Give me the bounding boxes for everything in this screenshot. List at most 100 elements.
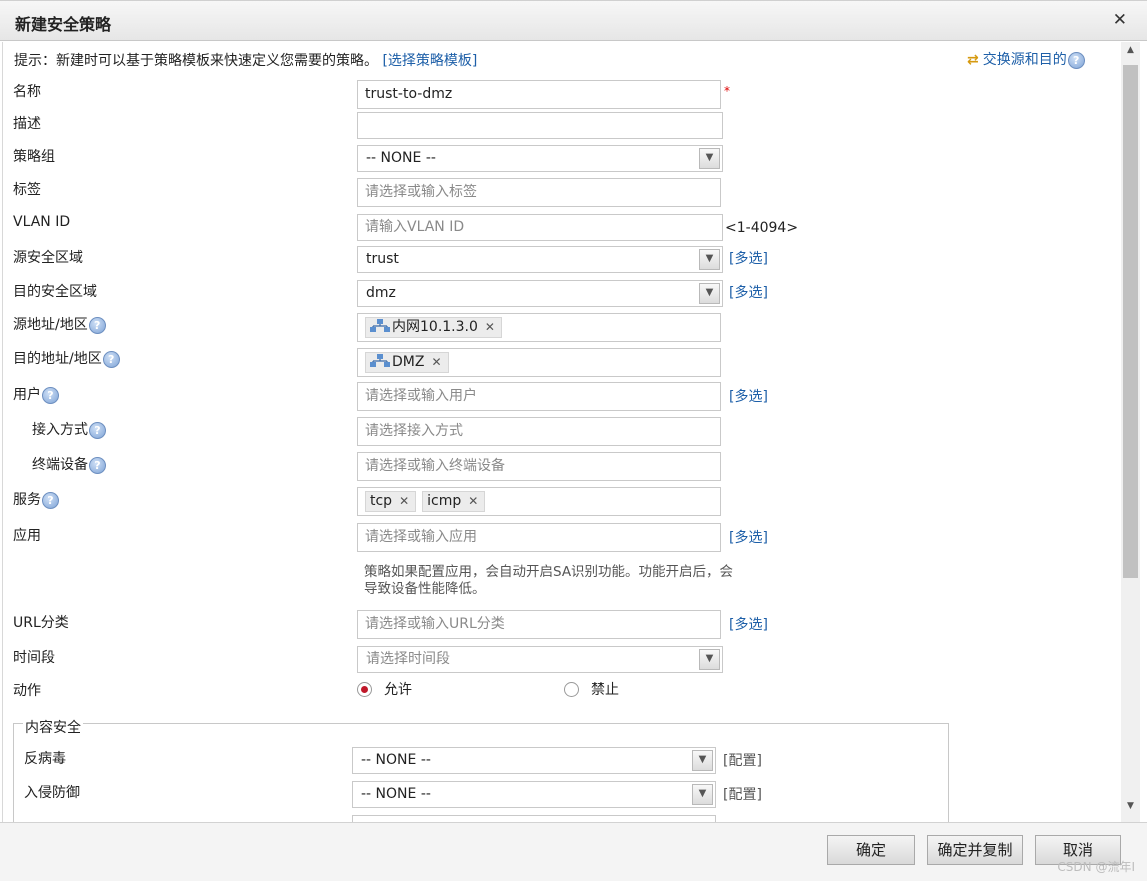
close-icon[interactable]: ✕ [1113,10,1127,30]
src-addr-label: 源地址/地区? [13,314,106,334]
src-addr-input[interactable]: 内网10.1.3.0 ✕ [357,313,721,342]
antivirus-config-link[interactable]: [配置] [723,750,762,770]
dst-addr-input[interactable]: DMZ ✕ [357,348,721,377]
vlan-input[interactable]: 请输入VLAN ID [357,214,723,241]
url-category-input[interactable]: 请选择或输入URL分类 [357,610,721,639]
select-template-link[interactable]: [选择策略模板] [382,53,477,69]
next-security-select[interactable] [352,815,716,822]
dst-addr-label-text: 目的地址/地区 [13,351,102,367]
address-tag: 内网10.1.3.0 ✕ [365,317,502,338]
policy-group-value: -- NONE -- [366,150,436,166]
access-mode-input[interactable]: 请选择接入方式 [357,417,721,446]
time-range-placeholder: 请选择时间段 [366,651,450,667]
access-mode-label-text: 接入方式 [32,422,88,438]
chevron-down-icon[interactable]: ▼ [699,649,720,670]
src-zone-value: trust [366,251,399,267]
antivirus-label: 反病毒 [24,751,66,767]
url-category-multi-link[interactable]: [多选] [729,614,768,634]
dst-zone-label: 目的安全区域 [13,284,97,300]
action-allow-label: 允许 [384,682,412,698]
tag-input[interactable]: 请选择或输入标签 [357,178,721,207]
terminal-input[interactable]: 请选择或输入终端设备 [357,452,721,481]
action-deny-radio[interactable]: 禁止 [564,679,619,699]
ok-button[interactable]: 确定 [827,835,915,865]
radio-unselected-icon[interactable] [564,682,579,697]
dialog-footer: 确定 确定并复制 取消 CSDN @流年I [0,822,1147,881]
action-label: 动作 [13,683,41,699]
remove-icon[interactable]: ✕ [399,494,409,508]
vlan-label: VLAN ID [13,214,71,230]
scroll-up-icon[interactable]: ▲ [1121,42,1140,58]
application-label: 应用 [13,528,41,544]
service-label: 服务? [13,489,59,509]
time-range-label: 时间段 [13,650,55,666]
swap-src-dst-link[interactable]: ⇄ 交换源和目的? [967,49,1085,69]
src-zone-multi-link[interactable]: [多选] [729,248,768,268]
src-zone-select[interactable]: trust ▼ [357,246,723,273]
address-tag: DMZ ✕ [365,352,449,373]
action-allow-radio[interactable]: 允许 [357,679,412,699]
dst-zone-select[interactable]: dmz ▼ [357,280,723,307]
policy-group-label: 策略组 [13,149,55,165]
antivirus-select[interactable]: -- NONE -- ▼ [352,747,716,774]
help-icon[interactable]: ? [1067,51,1085,69]
dst-zone-multi-link[interactable]: [多选] [729,282,768,302]
application-note: 策略如果配置应用，会自动开启SA识别功能。功能开启后，会导致设备性能降低。 [364,564,734,597]
hint-text: 提示：新建时可以基于策略模板来快速定义您需要的策略。 [14,53,378,69]
user-multi-link[interactable]: [多选] [729,386,768,406]
chevron-down-icon[interactable]: ▼ [692,750,713,771]
src-zone-label: 源安全区域 [13,250,83,266]
terminal-label-text: 终端设备 [32,457,88,473]
required-mark: * [724,84,730,98]
remove-icon[interactable]: ✕ [468,494,478,508]
help-icon[interactable]: ? [42,386,59,404]
help-icon[interactable]: ? [89,421,106,439]
chevron-down-icon[interactable]: ▼ [699,283,720,304]
service-tag: tcp ✕ [365,491,417,512]
dialog-title: 新建安全策略 [15,15,112,34]
application-multi-link[interactable]: [多选] [729,527,768,547]
application-input[interactable]: 请选择或输入应用 [357,523,721,552]
dialog-titlebar: 新建安全策略 ✕ [0,0,1147,41]
scroll-down-icon[interactable]: ▼ [1121,798,1140,814]
name-input[interactable]: trust-to-dmz [357,80,721,109]
user-label-text: 用户 [13,387,41,403]
swap-icon: ⇄ [967,52,979,68]
help-icon[interactable]: ? [89,456,106,474]
url-category-label: URL分类 [13,615,69,631]
chevron-down-icon[interactable]: ▼ [699,148,720,169]
dst-zone-value: dmz [366,285,396,301]
description-input[interactable] [357,112,723,139]
help-icon[interactable]: ? [42,491,59,509]
watermark: CSDN @流年I [1057,860,1135,874]
vertical-scrollbar[interactable]: ▲ ▼ [1121,42,1140,822]
service-input[interactable]: tcp ✕ icmp ✕ [357,487,721,516]
help-icon[interactable]: ? [88,316,106,334]
policy-group-select[interactable]: -- NONE -- ▼ [357,145,723,172]
address-tag-label: 内网10.1.3.0 [392,319,478,335]
antivirus-value: -- NONE -- [361,752,431,768]
service-tag: icmp ✕ [422,491,486,512]
remove-icon[interactable]: ✕ [431,355,441,369]
swap-label: 交换源和目的 [982,52,1067,68]
content-security-legend: 内容安全 [23,717,83,737]
chevron-down-icon[interactable]: ▼ [699,249,720,270]
radio-selected-icon[interactable] [357,682,372,697]
description-label: 描述 [13,116,41,132]
ok-copy-button[interactable]: 确定并复制 [927,835,1023,865]
hint-row: 提示：新建时可以基于策略模板来快速定义您需要的策略。 [选择策略模板] [14,50,477,70]
ips-value: -- NONE -- [361,786,431,802]
vlan-range: <1-4094> [725,220,799,236]
scrollbar-thumb[interactable] [1123,65,1138,578]
ips-label: 入侵防御 [24,785,80,801]
ips-config-link[interactable]: [配置] [723,784,762,804]
time-range-select[interactable]: 请选择时间段 ▼ [357,646,723,673]
user-label: 用户? [13,384,59,404]
ips-select[interactable]: -- NONE -- ▼ [352,781,716,808]
help-icon[interactable]: ? [102,350,120,368]
service-label-text: 服务 [13,492,41,508]
chevron-down-icon[interactable]: ▼ [692,784,713,805]
remove-icon[interactable]: ✕ [485,320,495,334]
name-label: 名称 [13,84,41,100]
user-input[interactable]: 请选择或输入用户 [357,382,721,411]
